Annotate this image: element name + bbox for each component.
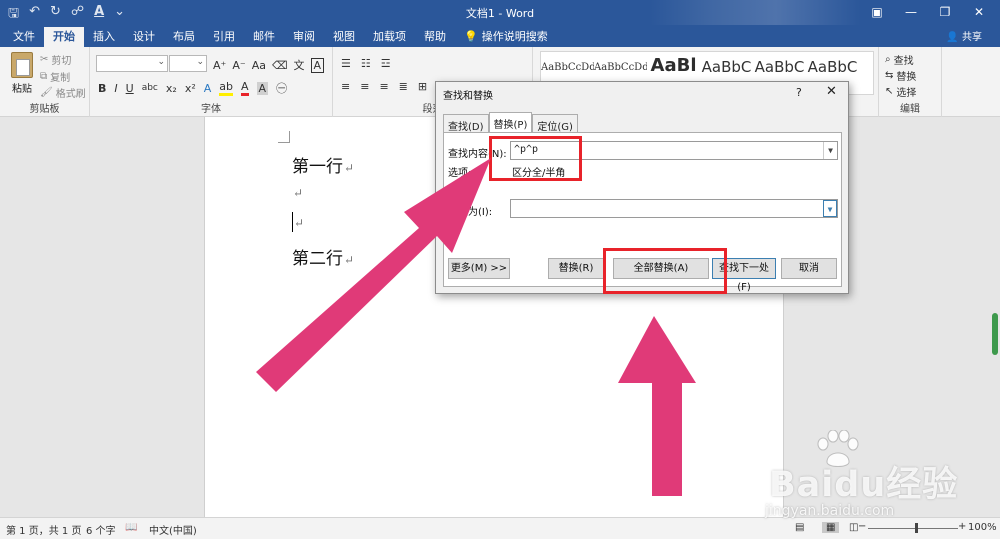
page-count[interactable]: 第 1 页，共 1 页 (6, 522, 81, 537)
watermark-brand: Baidu经验 (769, 465, 959, 505)
language-indicator[interactable]: 中文(中国) (149, 522, 197, 537)
watermark-url: jingyan.baidu.com (765, 503, 895, 519)
arrow-to-find-field (256, 158, 491, 392)
word-count[interactable]: 6 个字 (86, 522, 116, 537)
arrow-to-replace-all (618, 316, 696, 496)
proofing-icon[interactable]: 📖 (125, 522, 137, 533)
baidu-watermark: Baidu经验 jingyan.baidu.com (755, 430, 995, 530)
